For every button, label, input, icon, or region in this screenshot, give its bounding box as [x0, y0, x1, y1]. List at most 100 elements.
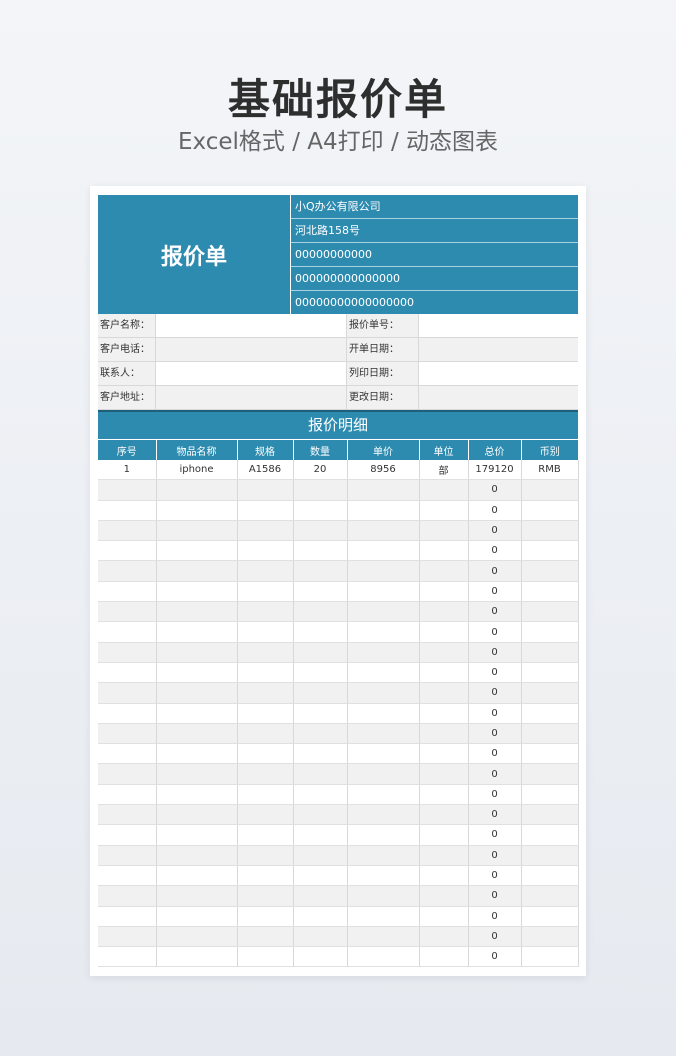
issue-date-field[interactable]	[419, 338, 578, 361]
col-currency-cell[interactable]	[521, 642, 579, 663]
col-item-name-cell[interactable]	[156, 824, 238, 846]
col-item-name-cell[interactable]	[156, 703, 238, 724]
col-currency-cell[interactable]	[521, 926, 579, 948]
contact-field[interactable]	[156, 362, 347, 385]
col-item-name-cell[interactable]	[156, 621, 238, 643]
col-quantity-cell[interactable]	[293, 520, 348, 542]
col-item-name-cell[interactable]: iphone	[156, 460, 238, 481]
col-unit-price-cell[interactable]	[347, 601, 420, 623]
col-spec-cell[interactable]	[237, 743, 294, 765]
col-unit-price-cell[interactable]	[347, 946, 420, 968]
col-unit-cell[interactable]	[419, 906, 469, 927]
col-unit-price-cell[interactable]	[347, 581, 420, 603]
col-currency-cell[interactable]	[521, 845, 579, 866]
col-currency-cell[interactable]	[521, 763, 579, 785]
col-currency-cell[interactable]	[521, 743, 579, 765]
col-quantity-cell[interactable]	[293, 845, 348, 866]
col-index-cell[interactable]	[98, 520, 157, 542]
col-item-name-cell[interactable]	[156, 662, 238, 684]
col-spec-cell[interactable]	[237, 845, 294, 866]
col-quantity-cell[interactable]	[293, 906, 348, 927]
col-unit-cell[interactable]	[419, 824, 469, 846]
col-unit-price-cell[interactable]	[347, 763, 420, 785]
col-unit-price-cell[interactable]	[347, 662, 420, 684]
col-item-name-cell[interactable]	[156, 926, 238, 948]
modified-date-field[interactable]	[419, 386, 578, 409]
col-quantity-cell[interactable]	[293, 540, 348, 562]
col-total-cell[interactable]: 0	[468, 581, 522, 603]
col-item-name-cell[interactable]	[156, 763, 238, 785]
col-total-cell[interactable]: 0	[468, 845, 522, 866]
col-quantity-cell[interactable]	[293, 621, 348, 643]
col-unit-cell[interactable]: 部	[419, 460, 469, 481]
col-unit-price-cell[interactable]	[347, 784, 420, 806]
company-fax[interactable]: 000000000000000	[291, 267, 578, 291]
col-unit-cell[interactable]	[419, 885, 469, 907]
col-spec-cell[interactable]	[237, 906, 294, 927]
col-total-cell[interactable]: 0	[468, 500, 522, 521]
col-item-name-cell[interactable]	[156, 642, 238, 663]
col-spec-cell[interactable]	[237, 804, 294, 826]
col-unit-price-cell[interactable]	[347, 885, 420, 907]
col-spec-cell[interactable]	[237, 479, 294, 501]
col-total-cell[interactable]: 0	[468, 621, 522, 643]
col-unit-cell[interactable]	[419, 581, 469, 603]
col-item-name-cell[interactable]	[156, 682, 238, 704]
col-total-cell[interactable]: 179120	[468, 460, 522, 481]
print-date-field[interactable]	[419, 362, 578, 385]
col-spec-cell[interactable]	[237, 662, 294, 684]
col-index-cell[interactable]	[98, 560, 157, 582]
col-currency-cell[interactable]	[521, 682, 579, 704]
col-total-cell[interactable]: 0	[468, 763, 522, 785]
col-quantity-cell[interactable]	[293, 560, 348, 582]
col-spec-cell[interactable]	[237, 642, 294, 663]
col-index-cell[interactable]	[98, 865, 157, 887]
col-total-cell[interactable]: 0	[468, 520, 522, 542]
col-unit-price-cell[interactable]	[347, 824, 420, 846]
col-unit-price-cell[interactable]	[347, 743, 420, 765]
col-quantity-cell[interactable]	[293, 581, 348, 603]
col-index-cell[interactable]	[98, 763, 157, 785]
col-quantity-cell[interactable]	[293, 946, 348, 968]
col-unit-cell[interactable]	[419, 642, 469, 663]
col-index-cell[interactable]	[98, 784, 157, 806]
col-unit-price-cell[interactable]	[347, 621, 420, 643]
col-total-cell[interactable]: 0	[468, 885, 522, 907]
col-currency-cell[interactable]	[521, 784, 579, 806]
col-item-name-cell[interactable]	[156, 723, 238, 745]
col-quantity-cell[interactable]	[293, 479, 348, 501]
col-spec-cell[interactable]	[237, 885, 294, 907]
col-currency-cell[interactable]	[521, 479, 579, 501]
col-quantity-cell[interactable]	[293, 601, 348, 623]
col-item-name-cell[interactable]	[156, 520, 238, 542]
col-quantity-cell[interactable]	[293, 824, 348, 846]
col-quantity-cell[interactable]	[293, 926, 348, 948]
col-total-cell[interactable]: 0	[468, 560, 522, 582]
col-currency-cell[interactable]	[521, 906, 579, 927]
col-currency-cell[interactable]: RMB	[521, 460, 579, 481]
col-unit-price-cell[interactable]	[347, 500, 420, 521]
col-index-cell[interactable]	[98, 926, 157, 948]
col-spec-cell[interactable]	[237, 540, 294, 562]
col-spec-cell[interactable]	[237, 703, 294, 724]
col-spec-cell[interactable]	[237, 560, 294, 582]
col-total-cell[interactable]: 0	[468, 703, 522, 724]
col-quantity-cell[interactable]	[293, 642, 348, 663]
col-unit-cell[interactable]	[419, 520, 469, 542]
col-item-name-cell[interactable]	[156, 906, 238, 927]
col-index-cell[interactable]	[98, 804, 157, 826]
col-unit-cell[interactable]	[419, 682, 469, 704]
col-quantity-cell[interactable]: 20	[293, 460, 348, 481]
col-quantity-cell[interactable]	[293, 885, 348, 907]
col-unit-cell[interactable]	[419, 763, 469, 785]
quote-number-field[interactable]	[419, 314, 578, 337]
company-address[interactable]: 河北路158号	[291, 219, 578, 243]
col-unit-cell[interactable]	[419, 845, 469, 866]
col-item-name-cell[interactable]	[156, 500, 238, 521]
col-index-cell[interactable]	[98, 885, 157, 907]
col-spec-cell[interactable]	[237, 520, 294, 542]
col-index-cell[interactable]	[98, 682, 157, 704]
company-name[interactable]: 小Q办公有限公司	[291, 195, 578, 219]
col-currency-cell[interactable]	[521, 824, 579, 846]
company-email[interactable]: 00000000000000000	[291, 291, 578, 315]
